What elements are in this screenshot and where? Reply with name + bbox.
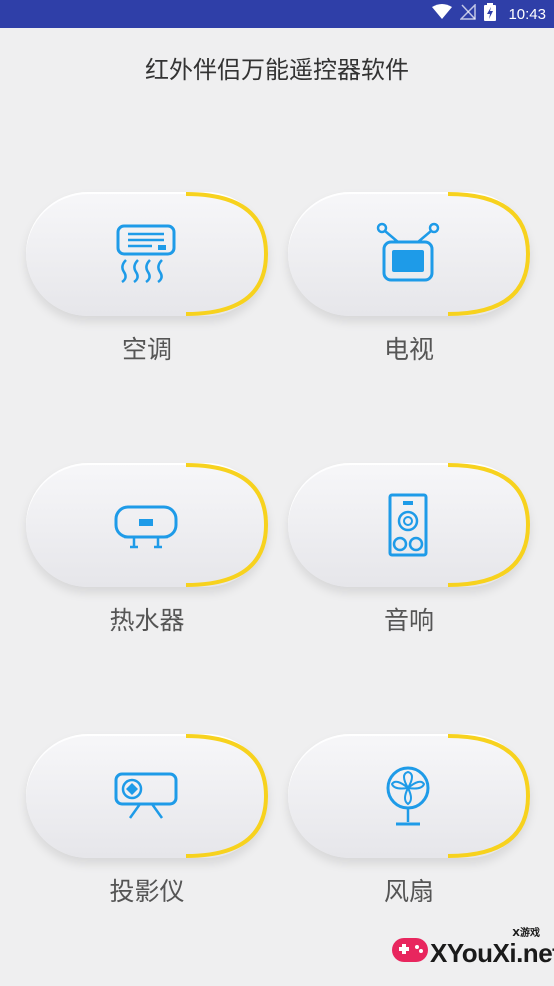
device-label: 热水器	[109, 606, 185, 635]
device-water-heater[interactable]: 热水器	[26, 463, 268, 635]
wifi-icon	[432, 4, 453, 24]
device-label: 投影仪	[109, 877, 185, 906]
device-air-conditioner[interactable]: 空调	[26, 192, 268, 364]
watermark: X游戏 XYouXi.net	[380, 920, 554, 982]
battery-charging-icon	[484, 3, 497, 25]
speaker-icon	[388, 493, 428, 557]
status-bar: 10:43	[0, 0, 554, 28]
device-label: 音响	[383, 606, 434, 635]
status-icons: 10:43	[432, 0, 546, 28]
device-label: 空调	[121, 335, 172, 364]
device-projector[interactable]: 投影仪	[26, 734, 268, 906]
status-time: 10:43	[508, 5, 546, 23]
page-title: 红外伴侣万能遥控器软件	[145, 56, 409, 84]
tv-icon	[376, 222, 440, 282]
device-tv[interactable]: 电视	[288, 192, 530, 364]
projector-icon	[114, 772, 178, 819]
water-heater-icon	[114, 505, 178, 549]
device-label: 电视	[383, 335, 434, 364]
gamepad-logo-icon	[392, 938, 428, 962]
no-signal-icon	[459, 3, 477, 24]
device-speaker[interactable]: 音响	[288, 463, 530, 635]
device-label: 风扇	[383, 877, 434, 906]
watermark-small-text: X游戏	[512, 928, 540, 939]
air-conditioner-icon	[116, 224, 176, 284]
device-fan[interactable]: 风扇	[288, 734, 530, 906]
watermark-brand: XYouXi.net	[430, 938, 554, 968]
fan-icon	[386, 766, 430, 826]
